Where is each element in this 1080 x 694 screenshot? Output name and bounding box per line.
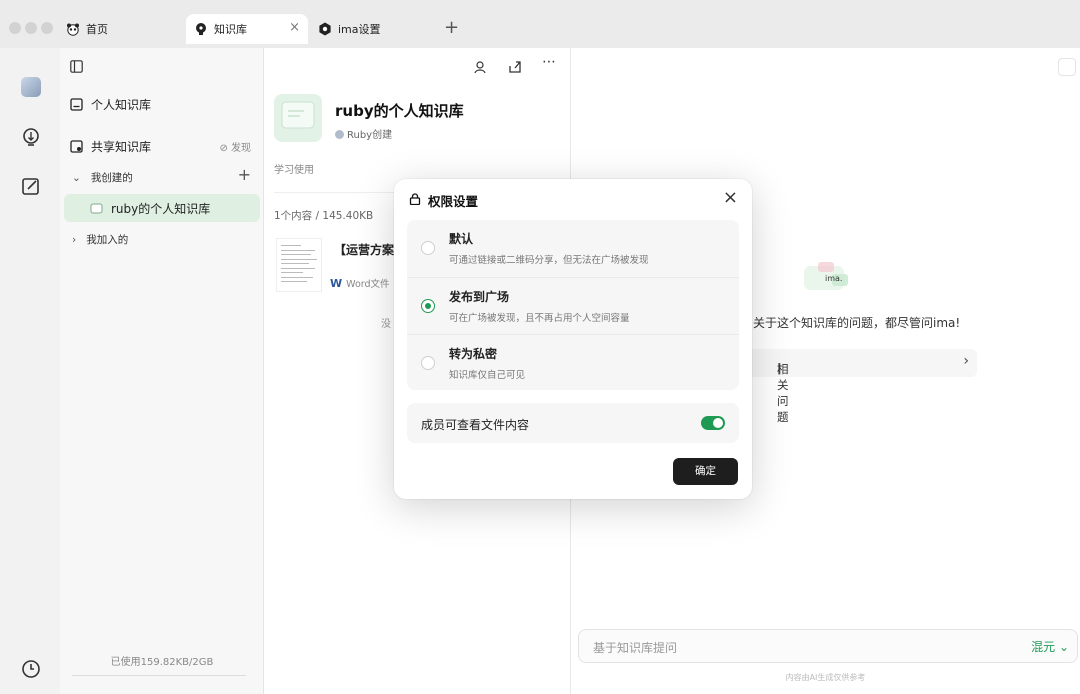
discover-link[interactable]: ⊘ 发现 <box>219 139 251 154</box>
kb-cover-icon <box>90 203 103 214</box>
lock-icon <box>409 193 421 205</box>
word-icon: W <box>330 276 343 290</box>
close-icon[interactable]: × <box>723 187 738 208</box>
window-zoom-button[interactable] <box>41 22 53 34</box>
chevron-right-icon: › <box>963 353 969 369</box>
chevron-right-icon: › <box>72 233 77 246</box>
option-default[interactable]: 默认 可通过链接或二维码分享，但无法在广场被发现 <box>407 220 739 276</box>
tab-knowledge-base-label: 知识库 <box>214 23 247 36</box>
add-kb-button[interactable]: + <box>238 165 251 184</box>
sidebar-group-label: 我加入的 <box>86 234 129 246</box>
settings-icon <box>319 22 331 36</box>
question-input-placeholder: 基于知识库提问 <box>593 641 678 655</box>
sidebar-item-label: 个人知识库 <box>91 98 152 112</box>
dialog-title: 权限设置 <box>428 194 479 209</box>
member-view-setting: 成员可查看文件内容 <box>407 403 739 443</box>
option-description: 可在广场被发现，且不再占用个人空间容量 <box>449 313 630 324</box>
ai-disclaimer: 内容由AI生成仅供参考 <box>785 673 866 682</box>
tab-home-label: 首页 <box>86 23 108 36</box>
member-view-toggle[interactable] <box>701 416 725 430</box>
ask-prompt-text: 关于这个知识库的问题，都尽管问ima! <box>753 316 961 330</box>
kb-cover-image <box>274 94 322 142</box>
model-selector[interactable]: 混元 ⌄ <box>1031 638 1069 655</box>
chevron-down-icon: ⌄ <box>72 171 81 184</box>
storage-usage: 已使用159.82KB/2GB <box>110 657 214 668</box>
panda-icon <box>67 23 79 36</box>
sidebar-item-ruby-kb[interactable]: ruby的个人知识库 <box>90 200 210 217</box>
option-label: 发布到广场 <box>449 290 510 304</box>
avatar[interactable] <box>21 77 41 97</box>
bulb-icon <box>196 23 206 35</box>
sidebar-item-label: ruby的个人知识库 <box>111 202 211 216</box>
kb-title: ruby的个人知识库 <box>335 102 464 120</box>
sidebar: 个人知识库 共享知识库 ⊘ 发现 ⌄ 我创建的 + ruby的个人知识库 › 我… <box>60 48 264 694</box>
permission-options: 默认 可通过链接或二维码分享，但无法在广场被发现 发布到广场 可在广场被发现，且… <box>407 220 739 390</box>
members-icon[interactable] <box>474 60 488 74</box>
sidebar-group-created[interactable]: ⌄ 我创建的 <box>72 170 133 185</box>
more-icon[interactable]: ⋯ <box>542 54 562 70</box>
app-window: 首页 知识库 × ima设置 + 个人知识库 共享知识库 ⊘ 发现 ⌄ 我创建的… <box>0 0 1080 694</box>
kb-creator: Ruby创建 <box>335 126 392 141</box>
document-status: 没 <box>381 319 391 330</box>
sidebar-item-shared-kb[interactable]: 共享知识库 <box>70 138 151 155</box>
knowledge-bulb-icon[interactable] <box>20 127 42 149</box>
window-minimize-button[interactable] <box>25 22 37 34</box>
document-type: W Word文件 <box>330 276 390 291</box>
divider <box>72 675 246 676</box>
kb-content-count: 1个内容 / 145.40KB <box>274 210 374 222</box>
question-input[interactable]: 基于知识库提问 混元 ⌄ <box>578 629 1078 663</box>
option-private[interactable]: 转为私密 知识库仅自己可见 <box>407 334 739 390</box>
option-description: 可通过链接或二维码分享，但无法在广场被发现 <box>449 255 649 266</box>
sidebar-item-personal-kb[interactable]: 个人知识库 <box>70 96 151 113</box>
ima-logo-text: ima. <box>825 274 842 283</box>
tab-settings[interactable]: ima设置 <box>318 14 428 44</box>
option-label: 转为私密 <box>449 347 498 361</box>
shared-book-icon <box>70 140 83 153</box>
tab-bar: 首页 知识库 × ima设置 + <box>0 0 1080 48</box>
permission-dialog: 权限设置 × 默认 可通过链接或二维码分享，但无法在广场被发现 发布到广场 可在… <box>394 179 752 499</box>
option-publish[interactable]: 发布到广场 可在广场被发现，且不再占用个人空间容量 <box>407 277 739 333</box>
tab-home[interactable]: 首页 <box>64 14 174 44</box>
tab-settings-label: ima设置 <box>338 23 381 36</box>
kb-description: 学习使用 <box>274 165 314 176</box>
member-view-label: 成员可查看文件内容 <box>421 418 530 432</box>
tab-close-button[interactable]: × <box>289 20 300 35</box>
book-icon <box>70 98 83 111</box>
kb-creator-label: Ruby创建 <box>347 130 393 141</box>
ima-logo: ima. <box>804 262 848 290</box>
share-icon[interactable] <box>508 60 522 74</box>
related-questions-text: 相关问题 <box>777 362 789 424</box>
thumb-icon[interactable] <box>1058 58 1076 76</box>
option-description: 知识库仅自己可见 <box>449 370 526 381</box>
creator-avatar-icon <box>335 130 344 139</box>
option-label: 默认 <box>449 232 474 246</box>
sidebar-group-label: 我创建的 <box>90 172 133 184</box>
sidebar-toggle-icon[interactable] <box>70 60 83 73</box>
document-thumbnail[interactable] <box>276 238 322 292</box>
sidebar-item-label: 共享知识库 <box>91 140 152 154</box>
sidebar-group-joined[interactable]: › 我加入的 <box>72 232 128 247</box>
history-icon[interactable] <box>20 658 42 680</box>
radio-publish[interactable] <box>421 299 435 313</box>
new-tab-button[interactable]: + <box>444 17 459 38</box>
document-type-label: Word文件 <box>346 279 390 290</box>
icon-rail <box>0 48 60 694</box>
note-edit-icon[interactable] <box>20 175 42 197</box>
related-questions-card[interactable]: | 相关问题 › <box>721 349 977 424</box>
radio-default[interactable] <box>421 241 435 255</box>
confirm-button[interactable]: 确定 <box>673 458 738 485</box>
tab-knowledge-base[interactable]: 知识库 × <box>186 14 308 44</box>
radio-private[interactable] <box>421 356 435 370</box>
window-close-button[interactable] <box>9 22 21 34</box>
